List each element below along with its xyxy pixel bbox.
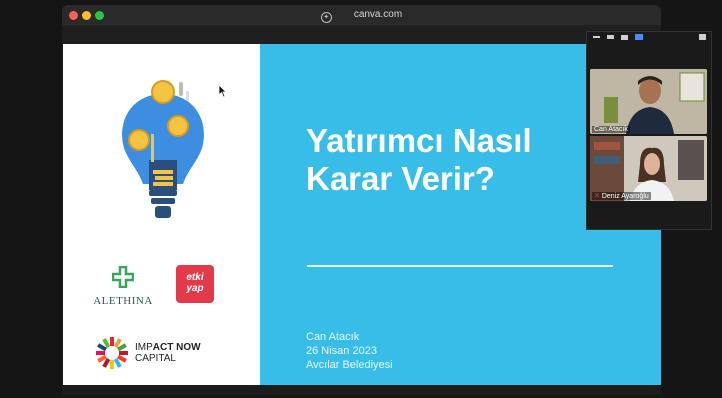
presentation-date: 26 Nisan 2023: [306, 345, 377, 357]
address-bar[interactable]: ✦ canva.com: [62, 9, 661, 23]
alethina-cross-icon: [111, 265, 135, 289]
url-text: canva.com: [353, 9, 403, 20]
participant-video-tile[interactable]: Can Atacık: [590, 69, 707, 134]
muted-mic-icon: ✕: [594, 193, 602, 200]
mouse-cursor-icon: [218, 84, 227, 98]
slide-left-panel: ALETHINA etki yap IMPACT NOW CAPITAL: [63, 44, 260, 385]
speaker-view-icon[interactable]: [621, 35, 628, 40]
browser-titlebar: ✦ canva.com: [62, 5, 661, 25]
participant-name: Can Atacık: [592, 126, 630, 133]
slide-meta: Can Atacık 26 Nisan 2023 Avcılar Belediy…: [306, 330, 393, 372]
strip-view-icon[interactable]: [607, 35, 614, 39]
title-divider: [307, 265, 613, 267]
impact-logo-text: IMPACT NOW CAPITAL: [135, 342, 201, 364]
participant-video-feed: [590, 69, 707, 134]
compass-icon: ✦: [320, 12, 332, 23]
browser-toolbar: [62, 25, 661, 45]
video-call-panel[interactable]: Can Atacık ✕ Deniz Ayaroğlu: [586, 31, 712, 230]
impact-now-capital-logo: IMPACT NOW CAPITAL: [95, 336, 201, 375]
participant-video-tile[interactable]: ✕ Deniz Ayaroğlu: [590, 136, 707, 201]
presentation-slide[interactable]: ALETHINA etki yap IMPACT NOW CAPITAL Yat…: [63, 44, 661, 385]
participant-name: ✕ Deniz Ayaroğlu: [592, 192, 651, 200]
slide-title: Yatırımcı Nasıl Karar Verir?: [306, 122, 532, 197]
minimize-panel-icon[interactable]: [593, 36, 600, 38]
lightbulb-coins-icon: [122, 80, 204, 218]
exit-panel-icon[interactable]: [699, 34, 706, 40]
presentation-venue: Avcılar Belediyesi: [306, 359, 393, 371]
etki-yap-logo: etki yap: [176, 265, 214, 303]
video-panel-toolbar: [587, 32, 711, 47]
gallery-view-icon[interactable]: [635, 34, 643, 40]
impact-sunburst-icon: [96, 337, 128, 369]
alethina-logo: ALETHINA: [88, 265, 158, 307]
presenter-name: Can Atacık: [306, 331, 360, 343]
